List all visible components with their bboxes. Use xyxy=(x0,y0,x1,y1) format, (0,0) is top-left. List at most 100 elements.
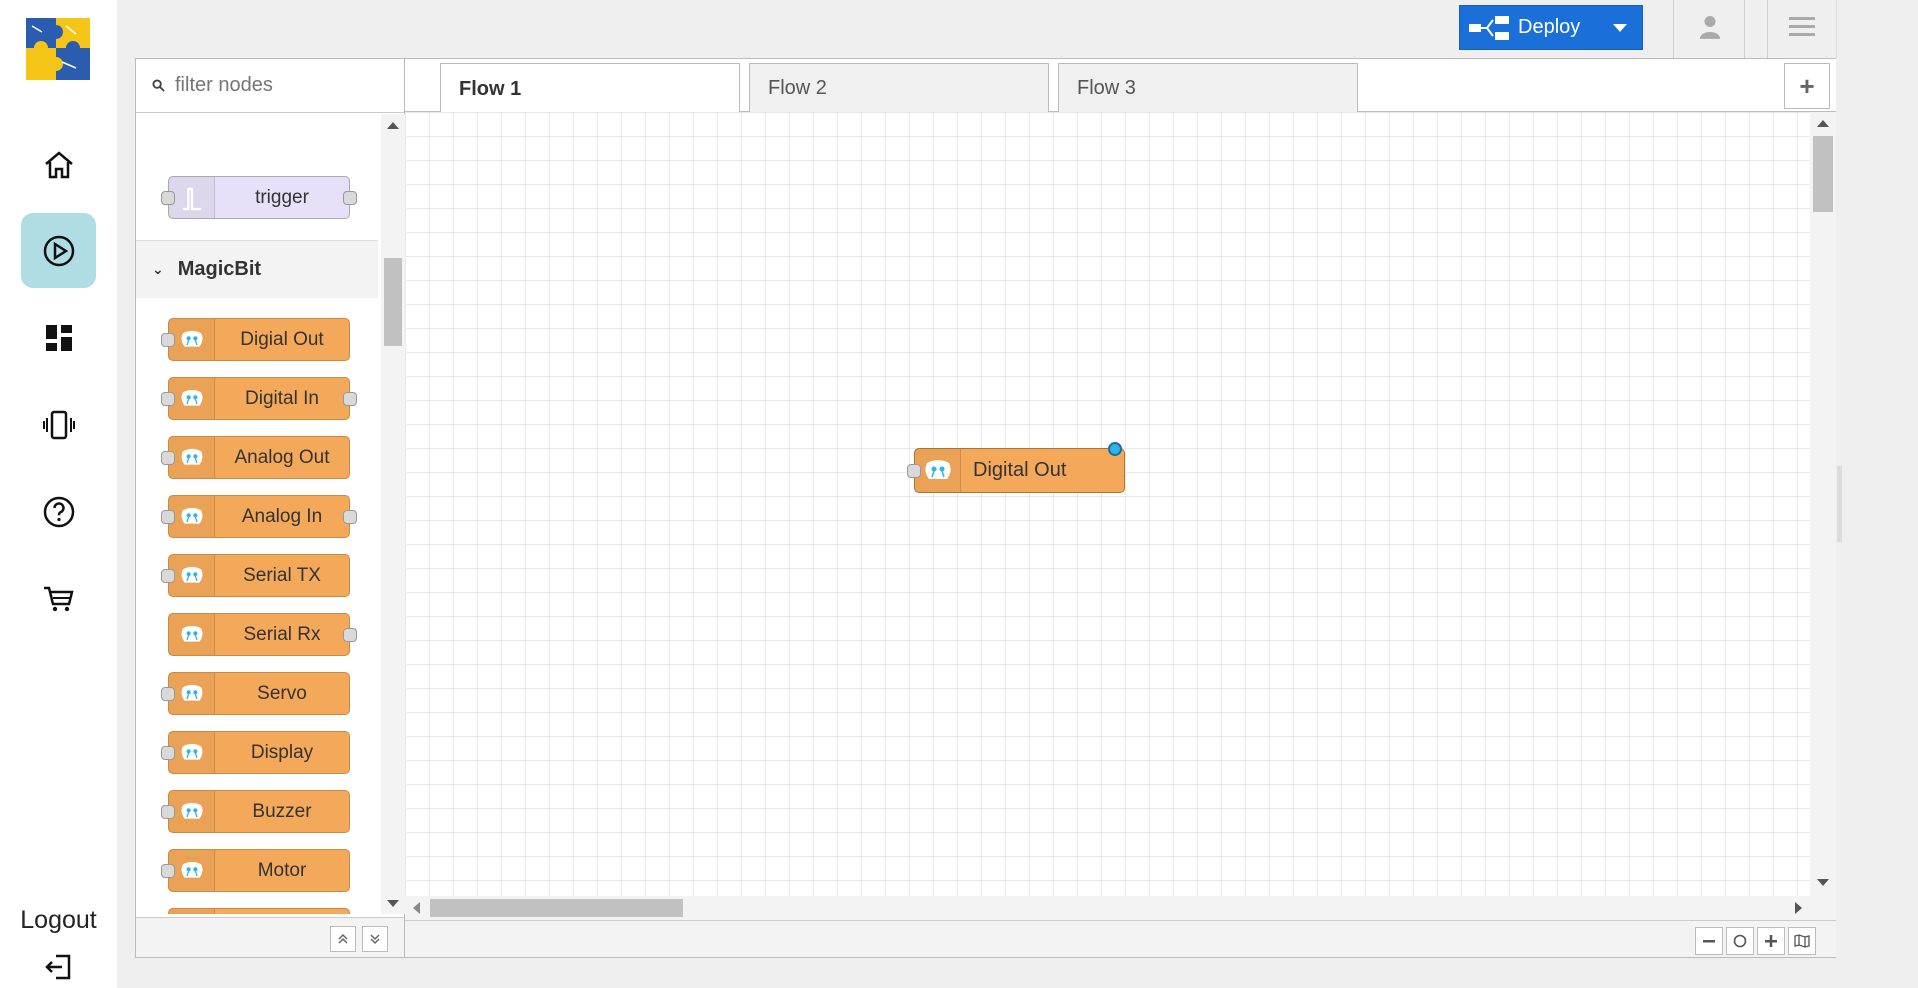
puzzle-logo xyxy=(22,12,96,86)
magicbit-icon xyxy=(169,791,215,832)
minus-icon xyxy=(1703,940,1715,943)
node-palette: trigger ⌄ MagicBit Digial Out Digital In A… xyxy=(135,58,405,958)
node-label: Motor xyxy=(257,859,307,881)
workspace-footer xyxy=(405,920,1836,958)
user-icon xyxy=(1699,16,1721,39)
nav-dashboard-button[interactable] xyxy=(21,300,96,375)
double-chevron-down-icon xyxy=(370,934,380,945)
scroll-left-arrow[interactable] xyxy=(413,902,420,914)
input-port xyxy=(161,569,175,583)
palette-node[interactable]: Motor xyxy=(161,849,350,892)
navigator-button[interactable] xyxy=(1788,927,1816,955)
main-menu-button[interactable] xyxy=(1769,0,1835,54)
zoom-out-button[interactable] xyxy=(1695,927,1723,955)
help-icon xyxy=(43,496,74,527)
magicbit-icon xyxy=(169,378,215,419)
header-edge xyxy=(1836,0,1837,58)
output-port xyxy=(343,191,357,205)
header-separator xyxy=(1673,0,1674,58)
scroll-thumb[interactable] xyxy=(384,258,402,346)
palette-footer xyxy=(136,917,404,957)
palette-node[interactable]: Display xyxy=(161,731,350,774)
input-port xyxy=(161,191,175,205)
scroll-up-arrow[interactable] xyxy=(1817,120,1829,127)
tab-flow-3[interactable]: Flow 3 xyxy=(1058,63,1358,113)
logout-icon[interactable] xyxy=(44,952,74,982)
sidebar-splitter[interactable] xyxy=(1837,466,1842,542)
tab-flow-1[interactable]: Flow 1 xyxy=(440,63,740,114)
deploy-caret-icon[interactable] xyxy=(1600,23,1640,33)
canvas-node-digital-out[interactable]: Digital Out xyxy=(907,442,1125,493)
filter-nodes-input[interactable] xyxy=(173,73,373,98)
changed-indicator xyxy=(1108,442,1122,456)
node-label: Serial TX xyxy=(243,564,321,586)
palette-node-trigger[interactable]: trigger xyxy=(161,176,357,219)
scroll-down-arrow[interactable] xyxy=(387,900,399,907)
palette-node[interactable]: Buzzer xyxy=(161,790,350,833)
nav-devices-button[interactable] xyxy=(21,387,96,462)
output-port xyxy=(343,628,357,642)
nav-flows-button[interactable] xyxy=(21,213,96,288)
collapse-all-button[interactable] xyxy=(330,926,356,952)
add-flow-button[interactable]: + xyxy=(1784,63,1830,109)
user-button[interactable] xyxy=(1677,0,1743,54)
magicbit-icon xyxy=(915,449,961,492)
hamburger-icon xyxy=(1789,17,1815,36)
palette-node[interactable]: Serial TX xyxy=(161,554,350,597)
search-icon xyxy=(152,79,165,92)
header-separator xyxy=(1744,0,1745,58)
magicbit-icon xyxy=(169,555,215,596)
palette-node[interactable]: Digial Out xyxy=(161,318,350,361)
node-label: Buzzer xyxy=(252,800,312,822)
tab-flow-2[interactable]: Flow 2 xyxy=(749,63,1049,113)
scroll-up-arrow[interactable] xyxy=(387,122,399,129)
double-chevron-up-icon xyxy=(338,933,348,944)
scroll-thumb[interactable] xyxy=(1813,136,1833,212)
input-port[interactable] xyxy=(907,464,921,478)
workspace-vertical-scrollbar[interactable] xyxy=(1810,112,1836,896)
magicbit-icon xyxy=(169,909,215,914)
palette-scrollbar[interactable] xyxy=(381,114,405,914)
magicbit-icon xyxy=(169,614,215,655)
palette-node[interactable]: Digital In xyxy=(161,377,357,420)
palette-filter xyxy=(136,59,404,113)
nav-help-button[interactable] xyxy=(21,474,96,549)
scroll-thumb[interactable] xyxy=(430,899,683,917)
palette-node[interactable]: Servo xyxy=(161,672,350,715)
deploy-button[interactable]: Deploy xyxy=(1459,5,1643,50)
tab-label: Flow 2 xyxy=(768,77,827,99)
zoom-reset-button[interactable] xyxy=(1726,927,1754,955)
node-label: Analog Out xyxy=(234,446,330,468)
chevron-down-icon: ⌄ xyxy=(152,261,164,277)
magicbit-icon xyxy=(169,437,215,478)
zoom-in-button[interactable] xyxy=(1757,927,1785,955)
category-label: MagicBit xyxy=(177,258,262,280)
node-label: Servo xyxy=(257,682,307,704)
nav-cart-button[interactable] xyxy=(21,560,96,635)
circle-icon xyxy=(1733,934,1747,948)
nav-home-button[interactable] xyxy=(21,127,96,202)
expand-all-button[interactable] xyxy=(362,926,388,952)
category-header-magicbit[interactable]: ⌄ MagicBit xyxy=(136,240,378,298)
deploy-label: Deploy xyxy=(1518,16,1581,38)
workspace-horizontal-scrollbar[interactable] xyxy=(405,896,1836,920)
magicbit-icon xyxy=(169,319,215,360)
magicbit-icon xyxy=(169,496,215,537)
palette-node[interactable]: Serial Rx xyxy=(168,613,357,656)
palette-node[interactable]: Analog Out xyxy=(161,436,350,479)
deploy-icon xyxy=(1460,14,1518,42)
input-port xyxy=(161,687,175,701)
output-port xyxy=(343,392,357,406)
input-port xyxy=(161,864,175,878)
scroll-right-arrow[interactable] xyxy=(1795,902,1802,914)
magicbit-icon xyxy=(169,673,215,714)
palette-node[interactable]: DHT11 xyxy=(168,908,350,914)
left-nav: Logout xyxy=(0,0,117,988)
logout-label[interactable]: Logout xyxy=(0,906,117,935)
scroll-down-arrow[interactable] xyxy=(1817,879,1829,886)
input-port xyxy=(161,746,175,760)
node-label: trigger xyxy=(255,186,309,208)
palette-node[interactable]: Analog In xyxy=(161,495,357,538)
input-port xyxy=(161,510,175,524)
workspace-canvas[interactable]: Digital Out xyxy=(405,112,1810,896)
